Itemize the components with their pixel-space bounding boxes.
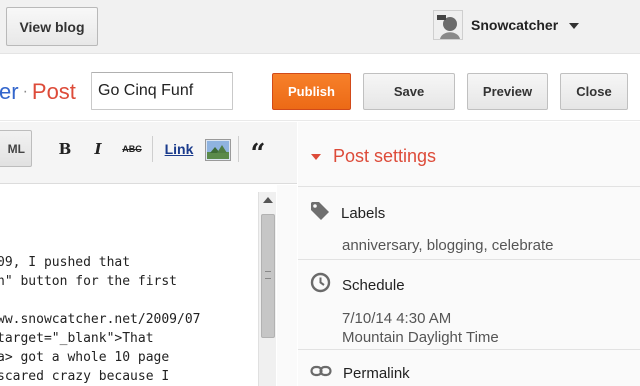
triangle-down-icon (311, 153, 321, 160)
divider (298, 186, 640, 187)
permalink-label[interactable]: Permalink (343, 365, 410, 382)
editor-gutter (277, 185, 297, 386)
post-settings-title[interactable]: Post settings (333, 146, 436, 167)
save-button[interactable]: Save (363, 73, 455, 110)
breadcrumb-post: Post (31, 79, 76, 104)
post-settings-header[interactable]: Post settings (311, 146, 436, 167)
toolbar-divider (152, 136, 153, 162)
editor-text[interactable]: 09, I pushed that n" button for the first… (0, 253, 259, 386)
strikethrough-button[interactable]: ABC (119, 138, 145, 160)
labels-section[interactable]: Labels (310, 201, 385, 226)
caret-down-icon[interactable] (569, 23, 580, 29)
clock-icon (310, 272, 331, 298)
labels-label[interactable]: Labels (341, 205, 385, 222)
scroll-thumb[interactable] (261, 214, 275, 338)
scroll-up-icon[interactable] (263, 197, 273, 203)
divider (298, 259, 640, 260)
editor-line: n" button for the first (0, 274, 178, 289)
link-chain-icon (310, 364, 332, 383)
html-mode-button[interactable]: ML (0, 130, 32, 167)
quote-icon[interactable]: “ (247, 138, 269, 167)
tag-icon (310, 201, 330, 226)
account-name[interactable]: Snowcatcher (471, 17, 558, 33)
permalink-section[interactable]: Permalink (310, 364, 410, 383)
schedule-section[interactable]: Schedule (310, 272, 405, 298)
html-editor[interactable]: 09, I pushed that n" button for the first… (0, 185, 297, 386)
link-button[interactable]: Link (161, 138, 197, 160)
editor-line: scared crazy because I (0, 369, 170, 384)
schedule-timezone: Mountain Daylight Time (342, 329, 499, 346)
grip-icon (265, 271, 271, 279)
labels-value: anniversary, blogging, celebrate (342, 237, 554, 254)
breadcrumb: er · Post (0, 79, 76, 105)
post-title-input[interactable] (91, 72, 233, 110)
divider (298, 349, 640, 350)
editor-line: a> got a whole 10 page (0, 350, 170, 365)
editor-line: 09, I pushed that (0, 255, 131, 270)
avatar (433, 10, 463, 40)
schedule-date: 7/10/14 4:30 AM (342, 310, 452, 327)
editor-scrollbar[interactable] (258, 192, 276, 386)
breadcrumb-separator: · (22, 83, 28, 100)
image-icon[interactable] (205, 139, 231, 161)
view-blog-button[interactable]: View blog (6, 7, 98, 46)
schedule-label[interactable]: Schedule (342, 277, 405, 294)
italic-button[interactable]: I (90, 138, 106, 160)
bold-button[interactable]: B (56, 138, 74, 160)
account-menu[interactable]: Snowcatcher (431, 9, 593, 41)
editor-line: ww.snowcatcher.net/2009/07 (0, 312, 201, 327)
breadcrumb-blog-name[interactable]: er (0, 79, 19, 104)
editor-line: target="_blank">That (0, 331, 154, 346)
publish-button[interactable]: Publish (272, 73, 351, 110)
preview-button[interactable]: Preview (467, 73, 548, 110)
close-button[interactable]: Close (560, 73, 628, 110)
toolbar-divider (238, 136, 239, 162)
